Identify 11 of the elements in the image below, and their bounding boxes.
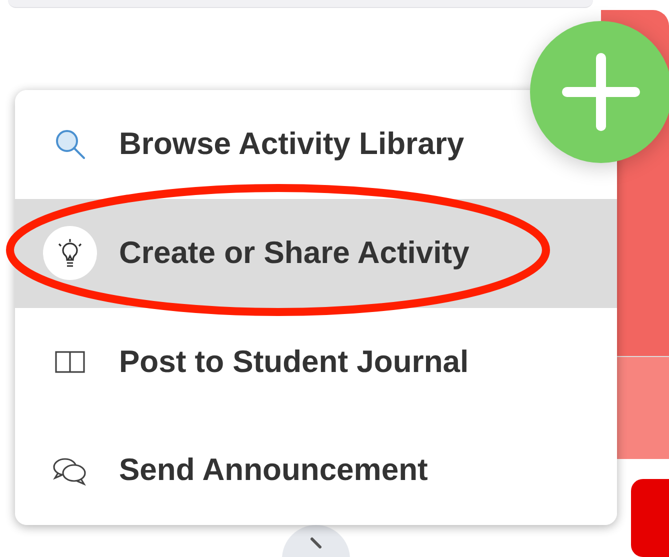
chevron-icon (309, 537, 323, 551)
menu-item[interactable]: Post to Student Journal (15, 308, 617, 416)
menu-item[interactable]: Send Announcement (15, 416, 617, 525)
search-icon (53, 127, 87, 162)
menu-item-label: Create or Share Activity (119, 234, 470, 272)
menu-item-label: Post to Student Journal (119, 342, 469, 381)
lightbulb-icon (43, 226, 97, 280)
menu-item-label: Send Announcement (119, 451, 428, 490)
menu-item[interactable]: Create or Share Activity (15, 198, 617, 308)
plus-icon (562, 53, 640, 131)
menu-item-label: Browse Activity Library (119, 125, 464, 164)
